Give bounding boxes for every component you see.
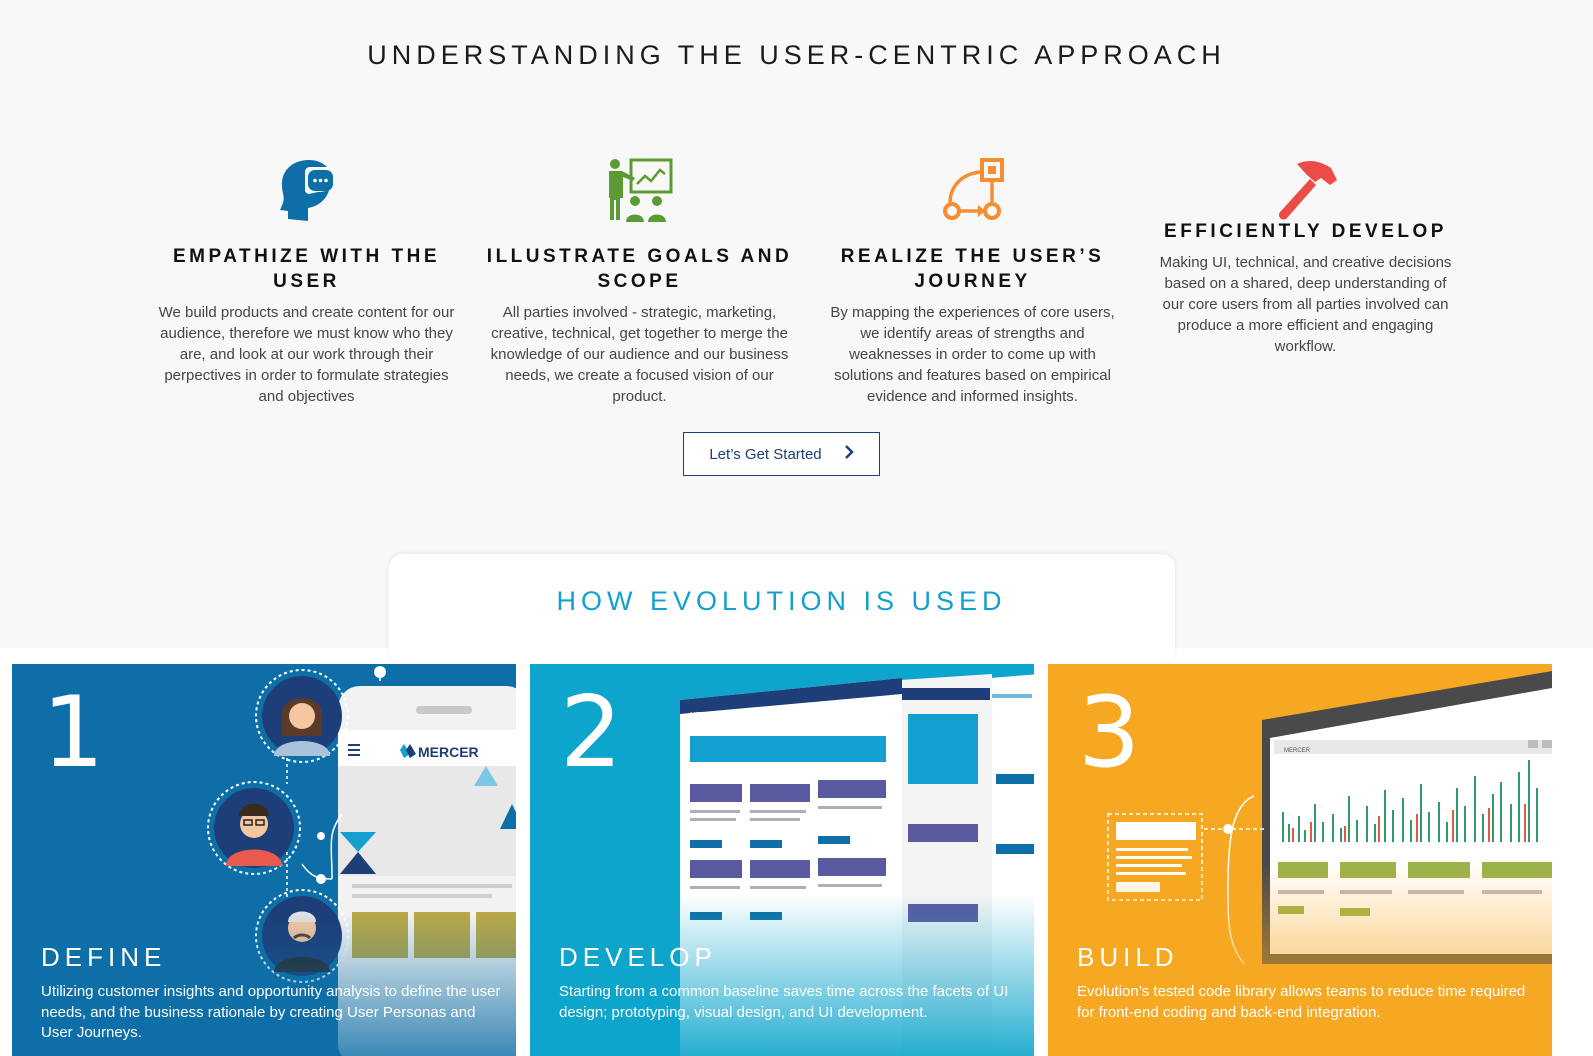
presentation-icon bbox=[486, 150, 793, 222]
feature-desc: By mapping the experiences of core users… bbox=[830, 304, 1115, 405]
feature-title: ILLUSTRATE GOALS AND SCOPE bbox=[486, 246, 793, 292]
panel-title: DEVELOP bbox=[559, 942, 717, 972]
feature-empathize: EMPATHIZE WITH THE USER We build product… bbox=[140, 150, 473, 407]
feature-illustrate: ILLUSTRATE GOALS AND SCOPE All parties i… bbox=[473, 150, 806, 407]
journey-flow-icon bbox=[819, 150, 1126, 222]
hammer-icon bbox=[1152, 150, 1459, 222]
panel-title: BUILD bbox=[1077, 942, 1179, 972]
get-started-button[interactable]: Let’s Get Started bbox=[683, 432, 880, 476]
panel-build: 3 MERCER BUILD Evolution’s tested code l… bbox=[1048, 664, 1552, 1056]
feature-title: EFFICIENTLY DEVELOP bbox=[1164, 221, 1447, 242]
feature-develop: EFFICIENTLY DEVELOP Making UI, technical… bbox=[1139, 150, 1472, 407]
get-started-label: Let’s Get Started bbox=[709, 445, 822, 463]
feature-realize: REALIZE THE USER’S JOURNEY By mapping th… bbox=[806, 150, 1139, 407]
brand-logo: MERCER bbox=[418, 744, 479, 760]
feature-desc: Making UI, technical, and creative decis… bbox=[1159, 254, 1452, 355]
feature-title: REALIZE THE USER’S JOURNEY bbox=[840, 246, 1105, 292]
panel-desc: Evolution’s tested code library allows t… bbox=[1077, 983, 1526, 1021]
panel-define: 1 MERCER DEFINE Utilizing customer insig… bbox=[12, 664, 516, 1056]
head-speech-icon bbox=[153, 150, 460, 222]
features-row: EMPATHIZE WITH THE USER We build product… bbox=[140, 150, 1472, 407]
panel-desc: Utilizing customer insights and opportun… bbox=[41, 983, 501, 1041]
chevron-right-icon bbox=[844, 444, 854, 464]
page-title: UNDERSTANDING THE USER-CENTRIC APPROACH bbox=[367, 40, 1226, 70]
panel-develop: 2 MERCER DEVELOP Starting from a common … bbox=[530, 664, 1034, 1056]
brand-logo: MERCER bbox=[1284, 748, 1311, 754]
step-number: 2 bbox=[560, 676, 623, 790]
feature-desc: We build products and create content for… bbox=[158, 304, 455, 405]
brand-logo: MERCER bbox=[690, 712, 721, 719]
feature-title: EMPATHIZE WITH THE USER bbox=[172, 246, 441, 292]
panel-title: DEFINE bbox=[41, 942, 167, 972]
step-number: 1 bbox=[42, 676, 105, 790]
evolution-title: HOW EVOLUTION IS USED bbox=[556, 586, 1007, 616]
panel-desc: Starting from a common baseline saves ti… bbox=[559, 983, 1009, 1021]
step-number: 3 bbox=[1078, 676, 1141, 790]
feature-desc: All parties involved - strategic, market… bbox=[490, 304, 789, 405]
